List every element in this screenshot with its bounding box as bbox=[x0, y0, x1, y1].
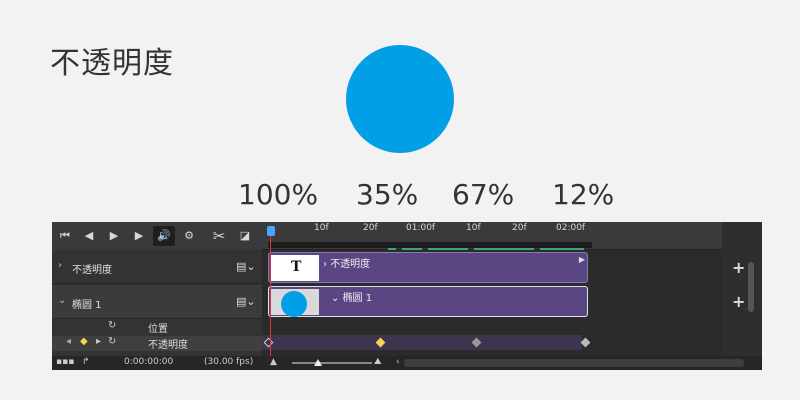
stopwatch-icon[interactable]: ↻ bbox=[108, 336, 116, 347]
clip-label-text: 不透明度 bbox=[330, 259, 371, 270]
track-actions: + + bbox=[722, 222, 762, 356]
opacity-value-3: 67% bbox=[452, 178, 515, 211]
clip-text[interactable]: T › 不透明度 ▶ bbox=[268, 252, 588, 283]
zoom-slider[interactable] bbox=[292, 362, 372, 364]
clip-label-text: 椭圆 1 bbox=[342, 293, 373, 304]
render-bar bbox=[428, 248, 468, 250]
clip-ellipse[interactable]: ⌄ 椭圆 1 bbox=[268, 286, 588, 317]
prev-frame-button[interactable]: ◀ bbox=[78, 226, 100, 246]
zoom-in-icon[interactable]: ⛰ bbox=[374, 357, 382, 367]
opacity-value-4: 12% bbox=[552, 178, 615, 211]
film-icon[interactable]: ▤⌄ bbox=[236, 260, 256, 273]
next-keyframe-icon[interactable]: ▸ bbox=[96, 336, 101, 347]
render-bar bbox=[388, 248, 396, 250]
timeline-panel: ⏮ ◀ ▶ ▶ 🔊 ⚙ ✂ ◪ › 不透明度 ▤⌄ ⌄ 椭圆 1 ▤⌄ ↻ 位置… bbox=[52, 222, 762, 370]
layer-row-ellipse[interactable]: ⌄ 椭圆 1 ▤⌄ bbox=[52, 285, 262, 319]
zoom-slider-handle[interactable] bbox=[314, 359, 322, 366]
circle-preview bbox=[346, 45, 454, 153]
clip-label: ⌄ 椭圆 1 bbox=[331, 293, 373, 304]
clip-end-icon[interactable]: ▶ bbox=[579, 255, 585, 264]
clip-thumbnail bbox=[271, 289, 319, 317]
layer-name: 不透明度 bbox=[72, 265, 112, 276]
time-ruler[interactable]: 10f 20f 01:00f 10f 20f 02:00f bbox=[262, 222, 722, 250]
play-button[interactable]: ▶ bbox=[103, 226, 125, 246]
opacity-keyframe-row bbox=[262, 335, 591, 350]
next-frame-button[interactable]: ▶ bbox=[128, 226, 150, 246]
render-bar bbox=[540, 248, 584, 250]
split-icon[interactable]: ✂ bbox=[208, 226, 230, 246]
grid-icon[interactable]: ▪▪▪ bbox=[56, 357, 74, 367]
film-icon[interactable]: ▤⌄ bbox=[236, 295, 256, 308]
playback-controls: ⏮ ◀ ▶ ▶ 🔊 ⚙ ✂ ◪ bbox=[52, 222, 262, 250]
ruler-label: 10f bbox=[314, 223, 329, 233]
ruler-label: 10f bbox=[466, 223, 481, 233]
stopwatch-icon[interactable]: ↻ bbox=[108, 320, 116, 331]
settings-icon[interactable]: ⚙ bbox=[178, 226, 200, 246]
render-bar bbox=[474, 248, 534, 250]
keyframe-1[interactable] bbox=[263, 337, 274, 348]
prev-keyframe-icon[interactable]: ◂ bbox=[66, 336, 71, 347]
scroll-left-icon[interactable]: ‹ bbox=[396, 357, 400, 367]
keyframe-2[interactable] bbox=[375, 337, 386, 348]
first-frame-button[interactable]: ⏮ bbox=[54, 226, 76, 246]
timecode: 0:00:00:00 bbox=[124, 357, 174, 367]
clip-label: › 不透明度 bbox=[323, 259, 371, 270]
layer-row-text[interactable]: › 不透明度 ▤⌄ bbox=[52, 250, 262, 284]
vertical-scrollbar[interactable] bbox=[748, 262, 754, 312]
render-icon[interactable]: ↱ bbox=[82, 357, 90, 367]
timeline-tracks: 10f 20f 01:00f 10f 20f 02:00f T › 不透明度 ▶… bbox=[262, 222, 722, 356]
text-icon: T bbox=[291, 259, 302, 275]
ruler-label: 01:00f bbox=[406, 223, 436, 233]
fps-display: (30.00 fps) bbox=[204, 357, 254, 367]
zoom-out-icon[interactable]: ▲ bbox=[270, 357, 277, 367]
plus-icon[interactable]: + bbox=[732, 258, 745, 277]
opacity-value-1: 100% bbox=[238, 178, 319, 211]
keyframe-3[interactable] bbox=[471, 337, 482, 348]
keyframe-toggle-icon[interactable]: ◆ bbox=[80, 336, 88, 347]
position-keyframe-row bbox=[262, 320, 582, 335]
chevron-right-icon[interactable]: › bbox=[58, 260, 62, 271]
opacity-value-2: 35% bbox=[356, 178, 419, 211]
ruler-label: 02:00f bbox=[556, 223, 586, 233]
audio-button[interactable]: 🔊 bbox=[153, 226, 175, 246]
playhead-line bbox=[270, 236, 271, 356]
property-row-opacity: ◂ ◆ ▸ ↻ 不透明度 bbox=[52, 336, 262, 351]
property-row-position: ↻ 位置 bbox=[52, 320, 262, 335]
plus-icon[interactable]: + bbox=[732, 292, 745, 311]
page-title: 不透明度 bbox=[50, 46, 174, 81]
render-bar bbox=[402, 248, 422, 250]
property-label: 位置 bbox=[148, 324, 168, 335]
layer-name: 椭圆 1 bbox=[72, 300, 102, 311]
ruler-label: 20f bbox=[512, 223, 527, 233]
status-bar: ▪▪▪ ↱ 0:00:00:00 (30.00 fps) ▲ ⛰ ‹ bbox=[52, 356, 762, 370]
layer-list: › 不透明度 ▤⌄ ⌄ 椭圆 1 ▤⌄ ↻ 位置 ◂ ◆ ▸ ↻ 不透明度 bbox=[52, 250, 262, 356]
horizontal-scrollbar[interactable] bbox=[404, 359, 744, 367]
circle-thumbnail bbox=[281, 291, 307, 317]
clip-thumbnail: T bbox=[271, 255, 319, 281]
playhead-handle[interactable] bbox=[267, 226, 275, 236]
chevron-down-icon[interactable]: ⌄ bbox=[58, 295, 66, 306]
transition-icon[interactable]: ◪ bbox=[234, 226, 256, 246]
ruler-label: 20f bbox=[363, 223, 378, 233]
keyframe-4[interactable] bbox=[580, 337, 591, 348]
property-label: 不透明度 bbox=[148, 340, 188, 351]
